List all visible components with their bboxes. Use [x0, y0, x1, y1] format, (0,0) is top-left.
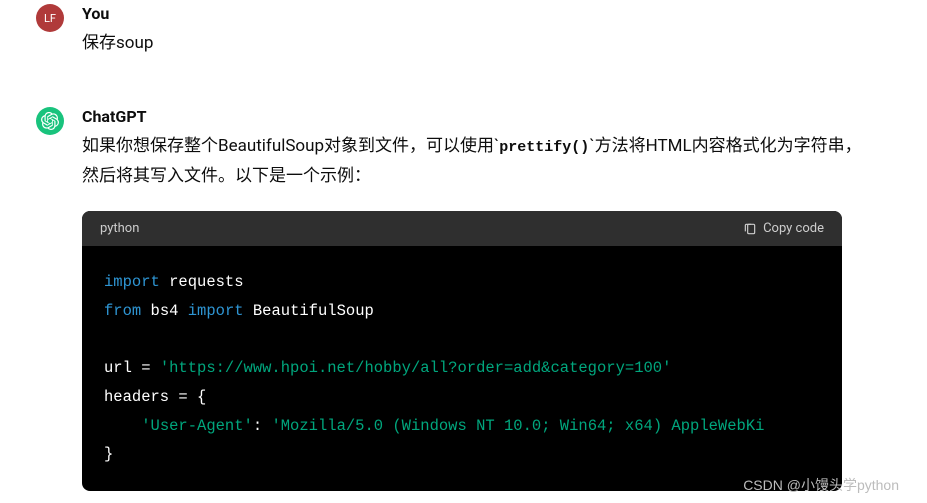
assistant-message-text: 如果你想保存整个BeautifulSoup对象到文件，可以使用`prettify…: [82, 132, 867, 192]
assistant-message: ChatGPT 如果你想保存整个BeautifulSoup对象到文件，可以使用`…: [0, 103, 927, 495]
user-content: You 保存soup: [82, 4, 927, 59]
user-name: You: [82, 4, 867, 23]
avatar-initials: LF: [44, 12, 56, 25]
assistant-name: ChatGPT: [82, 107, 867, 126]
text-part-1: 如果你想保存整个BeautifulSoup对象到文件，可以使用`: [82, 136, 499, 156]
copy-code-label: Copy code: [763, 221, 824, 236]
assistant-content: ChatGPT 如果你想保存整个BeautifulSoup对象到文件，可以使用`…: [82, 107, 927, 491]
code-language-label: python: [100, 221, 139, 236]
inline-code: prettify(): [499, 139, 589, 156]
user-avatar: LF: [36, 4, 64, 32]
assistant-avatar: [36, 107, 64, 135]
clipboard-icon: [743, 222, 757, 236]
chatgpt-logo-icon: [41, 112, 59, 130]
code-body[interactable]: import requests from bs4 import Beautifu…: [82, 246, 842, 491]
code-header: python Copy code: [82, 211, 842, 246]
user-message: LF You 保存soup: [0, 0, 927, 63]
copy-code-button[interactable]: Copy code: [743, 221, 824, 236]
user-message-text: 保存soup: [82, 29, 867, 59]
code-block: python Copy code import requests from bs…: [82, 211, 842, 491]
